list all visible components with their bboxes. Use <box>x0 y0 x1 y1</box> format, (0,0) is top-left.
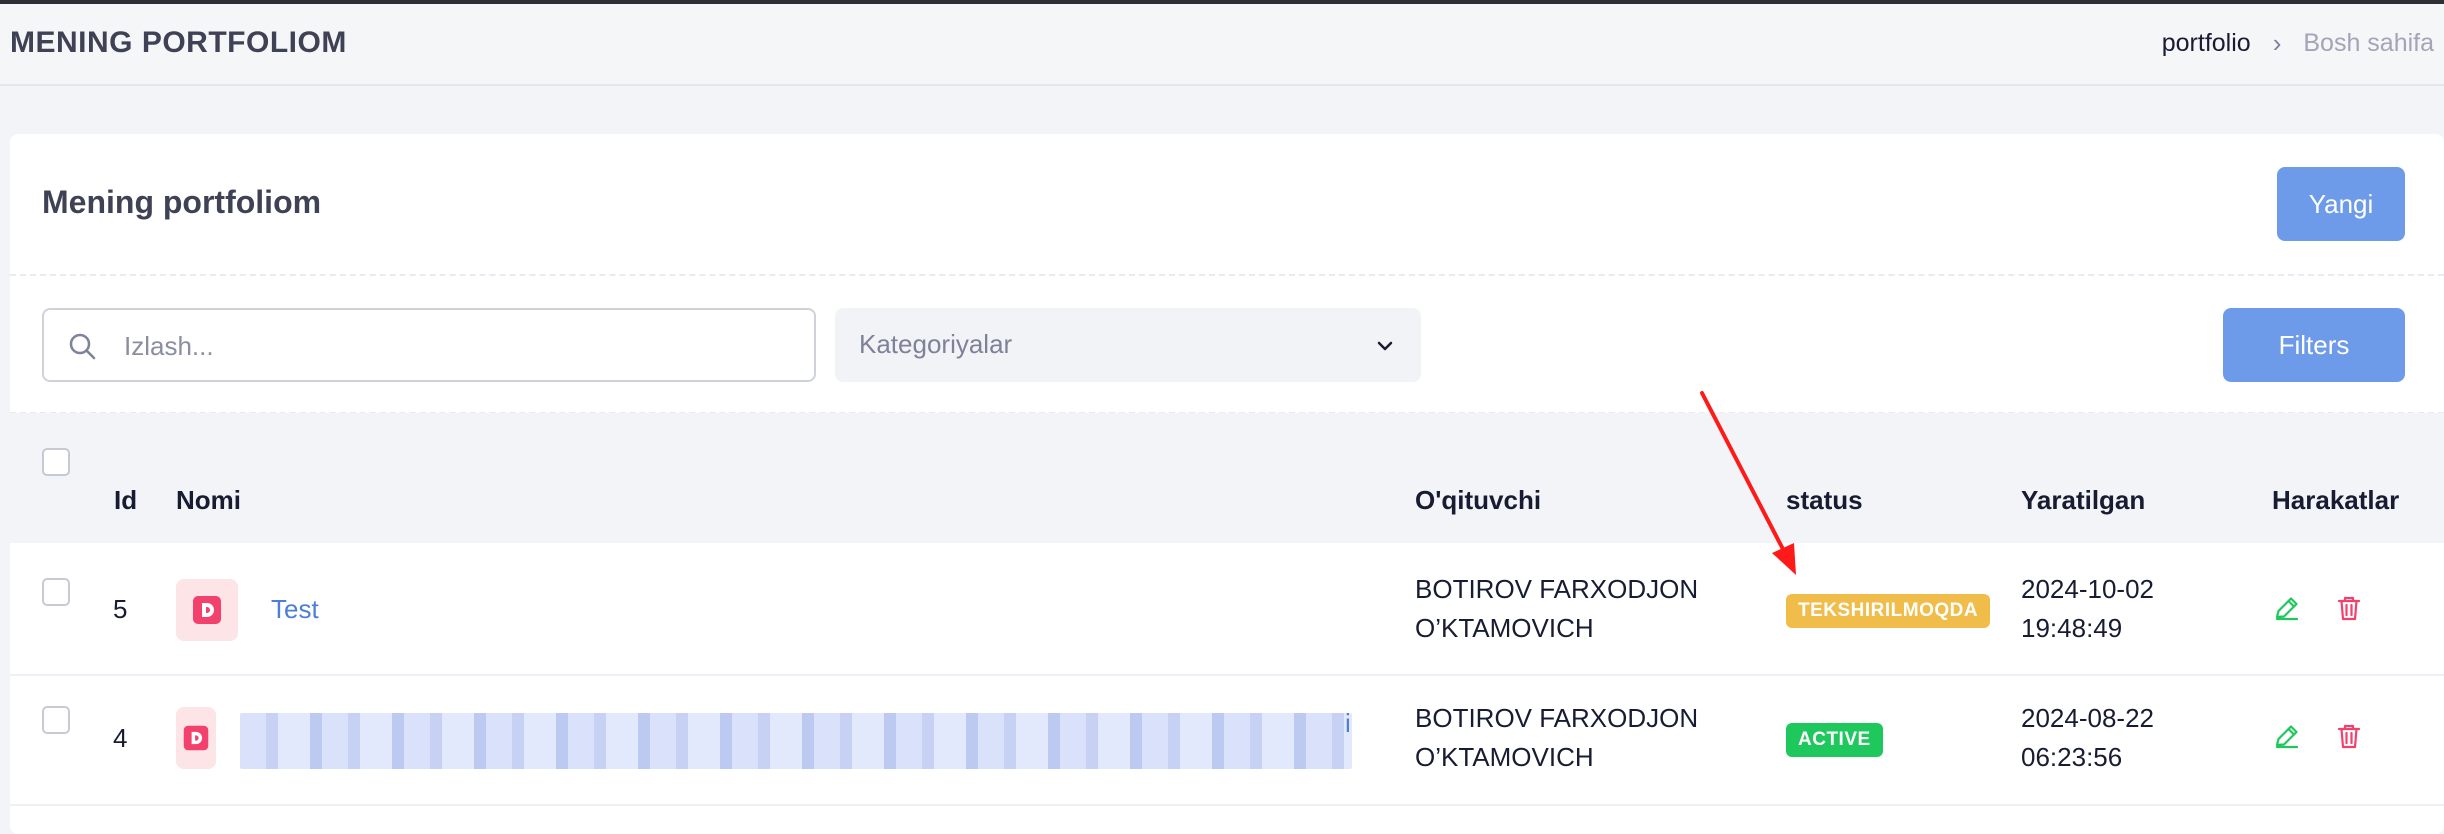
annotation-arrow <box>1700 391 1796 575</box>
created-date: 2024-10-02 <box>2021 574 2154 604</box>
trash-icon[interactable] <box>2334 593 2364 623</box>
column-name[interactable]: Nomi <box>176 485 241 516</box>
row-created: 2024-10-02 19:48:49 <box>2021 570 2154 648</box>
divider <box>10 274 2444 276</box>
page-title: MENING PORTFOLIOM <box>10 26 347 59</box>
column-actions: Harakatlar <box>2272 485 2400 515</box>
row-id: 5 <box>113 594 128 624</box>
teacher-name-line: BOTIROV FARXODJON <box>1415 574 1699 604</box>
trash-icon[interactable] <box>2334 721 2364 751</box>
created-time: 06:23:56 <box>2021 742 2123 772</box>
created-time: 19:48:49 <box>2021 613 2123 643</box>
chevron-down-icon <box>1377 341 1393 351</box>
portfolio-name-link[interactable]: Test <box>271 594 319 625</box>
card-title: Mening portfoliom <box>42 184 322 220</box>
category-select[interactable]: Kategoriyalar <box>835 308 1421 382</box>
column-teacher[interactable]: O'qituvchi <box>1415 485 1541 516</box>
search-field[interactable] <box>42 308 816 382</box>
status-badge: TEKSHIRILMOQDA <box>1786 594 1991 628</box>
teacher-name-line: O’KTAMOVICH <box>1415 613 1594 643</box>
breadcrumb-current: portfolio <box>2161 29 2251 57</box>
row-checkbox[interactable] <box>42 706 70 734</box>
row-created: 2024-08-22 06:23:56 <box>2021 699 2154 777</box>
teacher-name-line: O’KTAMOVICH <box>1415 742 1594 772</box>
teacher-name-line: BOTIROV FARXODJON <box>1415 703 1699 733</box>
search-icon <box>69 333 96 360</box>
table-header <box>10 413 2444 543</box>
new-button[interactable]: Yangi <box>2277 167 2405 241</box>
edit-pencil-icon[interactable] <box>2272 721 2302 751</box>
created-date: 2024-08-22 <box>2021 703 2154 733</box>
redacted-portfolio-name <box>240 713 1352 769</box>
row-id: 4 <box>113 723 128 753</box>
row-teacher: BOTIROV FARXODJON O’KTAMOVICH <box>1415 570 1698 648</box>
breadcrumb-separator-icon: › <box>2272 28 2282 58</box>
breadcrumb-home-link[interactable]: Bosh sahifa <box>2303 29 2434 58</box>
portfolio-name-link[interactable]: i <box>1345 708 1351 739</box>
pdf-file-icon <box>176 579 238 641</box>
column-created[interactable]: Yaratilgan <box>2021 485 2145 516</box>
pdf-file-icon <box>176 707 216 769</box>
status-badge: ACTIVE <box>1786 723 1883 757</box>
filters-button[interactable]: Filters <box>2223 308 2405 382</box>
select-all-checkbox[interactable] <box>42 448 70 476</box>
row-checkbox[interactable] <box>42 578 70 606</box>
search-input[interactable] <box>122 324 786 368</box>
column-id[interactable]: Id <box>114 485 137 516</box>
edit-pencil-icon[interactable] <box>2272 593 2302 623</box>
page-header: MENING PORTFOLIOM portfolio › Bosh sahif… <box>0 4 2444 86</box>
row-teacher: BOTIROV FARXODJON O’KTAMOVICH <box>1415 699 1698 777</box>
breadcrumb: portfolio › Bosh sahifa <box>2162 28 2434 59</box>
category-select-value: Kategoriyalar <box>859 329 1013 359</box>
